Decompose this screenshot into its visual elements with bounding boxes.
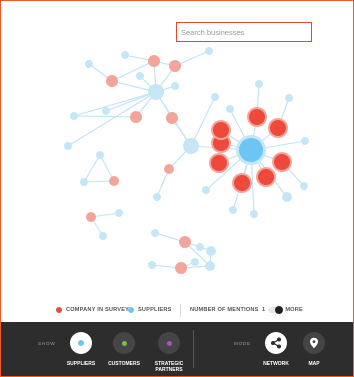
strategic-partners-button-label: STRATEGIC PARTNERS — [154, 361, 184, 373]
supplier-node[interactable] — [255, 80, 263, 88]
company-node[interactable] — [270, 120, 286, 136]
supplier-node[interactable] — [205, 261, 215, 271]
legend-suppliers-label: SUPPLIERS — [138, 307, 172, 313]
graph-edge — [67, 91, 157, 147]
network-graph[interactable] — [0, 0, 354, 300]
supplier-dot-icon — [128, 307, 134, 313]
supplier-node[interactable] — [239, 138, 263, 162]
mode-label: MODE — [234, 342, 251, 347]
supplier-node[interactable] — [202, 186, 210, 194]
share-icon — [271, 337, 281, 349]
supplier-node[interactable] — [153, 193, 161, 201]
supplier-node[interactable] — [206, 246, 216, 256]
legend-scale: 1 MORE — [262, 306, 303, 314]
supplier-node[interactable] — [115, 209, 123, 217]
graph-edge — [73, 115, 137, 118]
network-mode-label: NETWORK — [263, 361, 289, 367]
graph-edge — [111, 60, 155, 82]
supplier-node[interactable] — [183, 138, 199, 154]
supplier-node[interactable] — [285, 94, 293, 102]
scale-min-label: 1 — [262, 307, 266, 313]
map-mode-label: MAP — [308, 361, 320, 367]
company-node[interactable] — [106, 75, 118, 87]
supplier-node[interactable] — [196, 243, 204, 251]
search-input[interactable] — [177, 23, 311, 41]
supplier-node[interactable] — [121, 51, 129, 59]
graph-edge — [83, 154, 101, 183]
customers-dot-icon — [121, 340, 127, 346]
company-node[interactable] — [258, 169, 274, 185]
supplier-node[interactable] — [80, 178, 88, 186]
company-node[interactable] — [249, 109, 265, 125]
company-node[interactable] — [179, 236, 191, 248]
legend-mentions-label: NUMBER OF MENTIONS — [190, 307, 259, 313]
company-node[interactable] — [234, 175, 250, 191]
company-dot-icon — [56, 307, 62, 313]
scale-max-label: MORE — [285, 307, 303, 313]
search-box[interactable] — [176, 22, 312, 42]
company-node[interactable] — [166, 112, 178, 124]
suppliers-button[interactable] — [70, 332, 92, 354]
company-node[interactable] — [213, 122, 229, 138]
customers-button[interactable] — [113, 332, 135, 354]
supplier-node[interactable] — [64, 142, 72, 150]
network-mode-button[interactable] — [265, 332, 287, 354]
supplier-node[interactable] — [102, 107, 110, 115]
supplier-node[interactable] — [148, 261, 156, 269]
company-node[interactable] — [274, 154, 290, 170]
legend-divider — [180, 304, 181, 317]
show-label: SHOW — [38, 342, 56, 347]
legend: COMPANY IN SURVEY SUPPLIERS NUMBER OF ME… — [0, 304, 354, 318]
company-node[interactable] — [130, 111, 142, 123]
supplier-node[interactable] — [96, 151, 104, 159]
customers-button-label: CUSTOMERS — [108, 361, 140, 367]
supplier-node[interactable] — [301, 137, 309, 145]
graph-edge — [73, 91, 157, 117]
company-node[interactable] — [169, 60, 181, 72]
company-node[interactable] — [175, 262, 187, 274]
company-node[interactable] — [164, 164, 174, 174]
supplier-node[interactable] — [229, 206, 237, 214]
supplier-node[interactable] — [300, 182, 308, 190]
control-divider — [193, 330, 194, 368]
mentions-scale-icon — [268, 306, 284, 314]
strategic-dot-icon — [166, 340, 172, 346]
legend-mentions: NUMBER OF MENTIONS — [190, 307, 259, 313]
control-bar: SHOW SUPPLIERS CUSTOMERS STRATEGIC PARTN… — [1, 322, 353, 376]
legend-company-label: COMPANY IN SURVEY — [66, 307, 130, 313]
strategic-partners-button[interactable] — [158, 332, 180, 354]
supplier-node[interactable] — [70, 112, 78, 120]
company-node[interactable] — [109, 176, 119, 186]
company-node[interactable] — [86, 212, 96, 222]
supplier-node[interactable] — [191, 258, 199, 266]
supplier-node[interactable] — [171, 82, 179, 90]
company-node[interactable] — [211, 155, 227, 171]
supplier-node[interactable] — [205, 47, 213, 55]
company-node[interactable] — [148, 55, 160, 67]
map-pin-icon — [310, 337, 318, 349]
map-mode-button[interactable] — [303, 332, 325, 354]
supplier-node[interactable] — [136, 72, 144, 80]
supplier-node[interactable] — [211, 93, 219, 101]
supplier-node[interactable] — [85, 60, 93, 68]
supplier-node[interactable] — [282, 192, 292, 202]
supplier-node[interactable] — [250, 210, 258, 218]
suppliers-dot-icon — [78, 340, 84, 346]
supplier-node[interactable] — [148, 84, 164, 100]
supplier-node[interactable] — [226, 105, 234, 113]
legend-company: COMPANY IN SURVEY — [56, 307, 129, 313]
legend-suppliers: SUPPLIERS — [128, 307, 172, 313]
suppliers-button-label: SUPPLIERS — [66, 361, 96, 367]
supplier-node[interactable] — [99, 232, 107, 240]
graph-edge — [190, 96, 216, 147]
supplier-node[interactable] — [151, 229, 159, 237]
